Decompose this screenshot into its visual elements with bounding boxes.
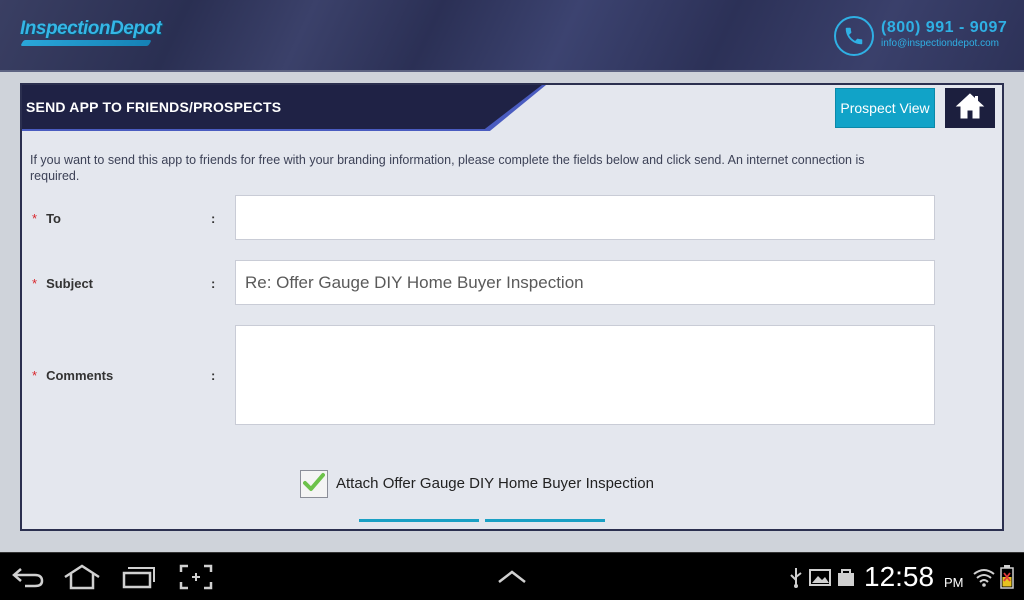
home-icon [955, 92, 985, 125]
back-icon[interactable] [8, 563, 48, 591]
subject-label-text: Subject [46, 276, 94, 291]
to-label: * To [32, 211, 61, 226]
phone-number[interactable]: (800) 991 - 9097 [881, 19, 1007, 37]
logo-swoosh [20, 40, 152, 46]
title-bar: SEND APP TO FRIENDS/PROSPECTS [22, 85, 542, 129]
to-field[interactable] [235, 195, 935, 240]
brand-logo: InspectionDepot [20, 18, 162, 39]
required-mark: * [32, 276, 38, 291]
attach-checkbox[interactable] [300, 470, 328, 498]
clock-ampm: PM [944, 575, 964, 590]
required-mark: * [32, 211, 38, 226]
home-button[interactable] [945, 88, 995, 128]
cancel-button-edge[interactable] [485, 519, 605, 522]
wifi-icon [970, 563, 998, 591]
contact-email[interactable]: info@inspectiondepot.com [881, 38, 999, 49]
battery-icon [996, 563, 1018, 591]
comments-label: * Comments [32, 368, 113, 383]
nav-home-icon[interactable] [62, 563, 102, 591]
comments-field[interactable] [235, 325, 935, 425]
instructions-text: If you want to send this app to friends … [30, 153, 865, 183]
screenshot-icon[interactable] [176, 563, 216, 591]
attach-label[interactable]: Attach Offer Gauge DIY Home Buyer Inspec… [336, 475, 654, 492]
comments-label-text: Comments [46, 368, 114, 383]
send-app-panel: SEND APP TO FRIENDS/PROSPECTS Prospect V… [20, 83, 1004, 531]
system-nav-bar: 12:58 PM [0, 552, 1024, 600]
to-label-text: To [46, 211, 61, 226]
recent-apps-icon[interactable] [118, 563, 158, 591]
page-title: SEND APP TO FRIENDS/PROSPECTS [26, 99, 282, 115]
send-button-edge[interactable] [359, 519, 479, 522]
to-colon: : [211, 211, 216, 226]
check-icon [303, 472, 325, 497]
phone-icon[interactable] [834, 16, 874, 56]
required-mark: * [32, 368, 38, 383]
bag-icon [832, 563, 860, 591]
clock-time: 12:58 [864, 561, 935, 592]
app-header: InspectionDepot (800) 991 - 9097 info@in… [0, 0, 1024, 72]
usb-icon [784, 563, 808, 591]
subject-field[interactable]: Re: Offer Gauge DIY Home Buyer Inspectio… [235, 260, 935, 305]
prospect-view-button[interactable]: Prospect View [835, 88, 935, 128]
subject-label: * Subject [32, 276, 93, 291]
chevron-up-icon[interactable] [492, 563, 532, 591]
subject-colon: : [211, 276, 216, 291]
gallery-icon [806, 563, 834, 591]
comments-colon: : [211, 368, 216, 383]
